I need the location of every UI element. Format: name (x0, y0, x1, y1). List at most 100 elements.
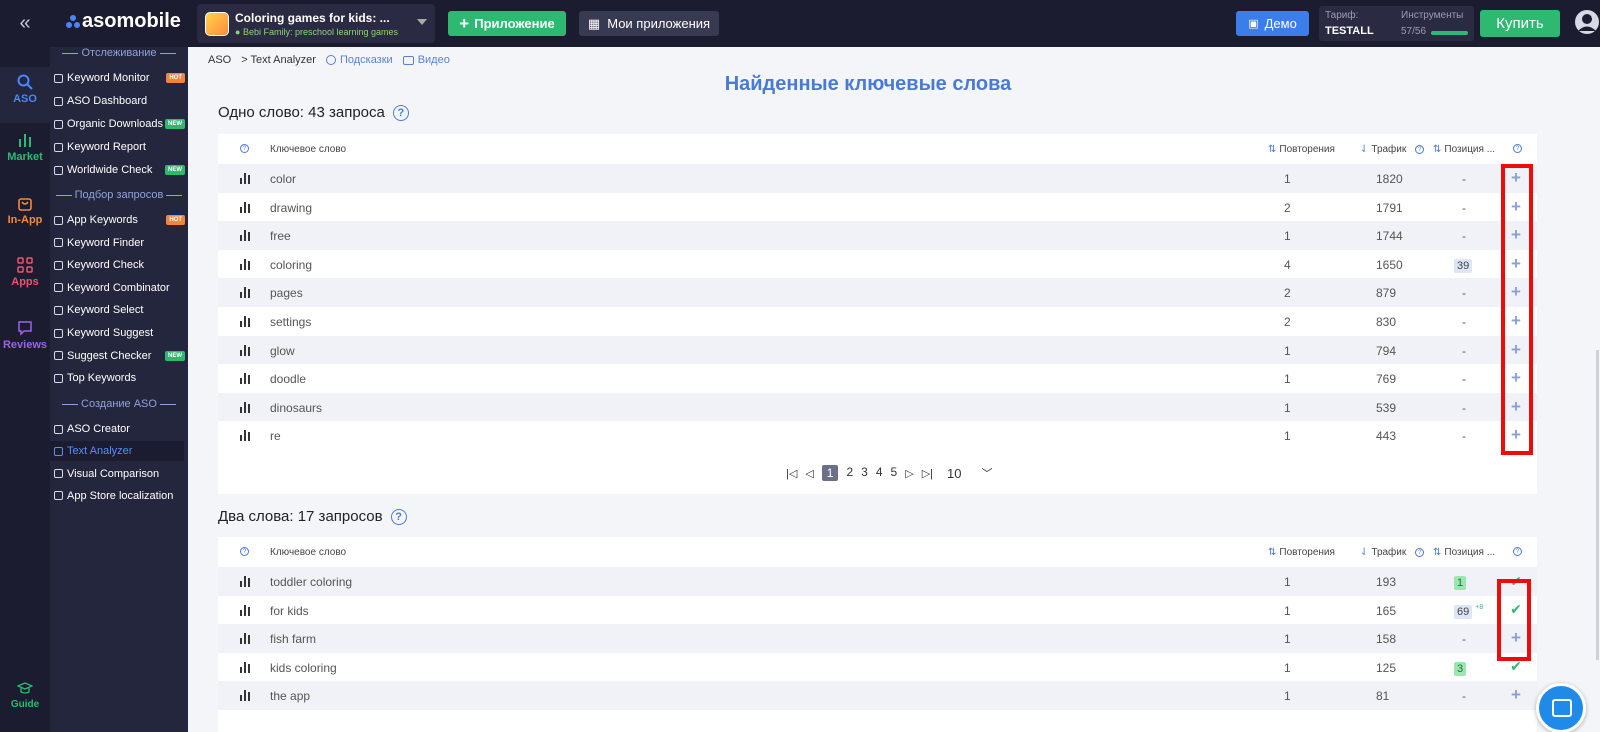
tool-icon (54, 142, 63, 152)
support-chat-button[interactable] (1536, 683, 1586, 732)
page-1-button[interactable]: 1 (821, 465, 839, 481)
sidebar-item-app-keywords[interactable]: App Keywords HOT (54, 210, 188, 230)
rail-aso[interactable]: ASO (0, 67, 50, 123)
rail-guide[interactable]: Guide (0, 677, 50, 710)
rail-reviews[interactable]: Reviews (0, 317, 50, 351)
tools-value: 57/56 (1401, 26, 1427, 37)
help-circle-icon[interactable]: ? (1513, 547, 1522, 556)
sidebar-item-label: Keyword Monitor (67, 72, 150, 84)
col-traffic[interactable]: ⇃ Трафик? (1360, 547, 1425, 558)
rail-market[interactable]: Market (0, 129, 50, 163)
help-circle-icon[interactable]: ? (390, 508, 407, 525)
page-5-button[interactable]: 5 (891, 465, 898, 481)
stats-chart-icon[interactable] (240, 401, 252, 413)
user-avatar-icon[interactable] (1574, 9, 1600, 37)
stats-chart-icon[interactable] (240, 633, 252, 645)
repeats-cell: 1 (1284, 632, 1291, 647)
table-header: ? Ключевое слово ⇅ Повторения ⇃ Трафик? ⇅ П… (218, 537, 1537, 567)
app-selector[interactable]: Coloring games for kids: ... ● Bebi Fami… (197, 4, 435, 43)
added-check-button[interactable]: ✔ (1508, 658, 1524, 675)
sidebar-item-keyword-select[interactable]: Keyword Select (54, 300, 188, 320)
add-app-button[interactable]: + Приложение (448, 11, 566, 36)
video-link[interactable]: Видео (402, 54, 450, 66)
collapse-sidebar-icon[interactable]: « (0, 0, 50, 47)
position-value: - (1462, 343, 1466, 358)
stats-chart-icon[interactable] (240, 576, 252, 587)
stats-chart-icon[interactable] (240, 661, 252, 673)
page-2-button[interactable]: 2 (846, 465, 853, 481)
position-cell: - (1462, 315, 1466, 329)
chevron-down-icon[interactable]: ﹀ (982, 465, 993, 481)
chat-bubble-icon (18, 321, 32, 336)
help-circle-icon[interactable]: ? (392, 104, 409, 121)
rail-apps[interactable]: Apps (0, 254, 50, 288)
stats-chart-icon[interactable] (240, 373, 252, 385)
logo[interactable]: asomobile (66, 10, 181, 33)
sidebar-item-organic-downloads[interactable]: Organic Downloads NEW (54, 114, 188, 134)
sidebar-item-label: Suggest Checker (67, 349, 152, 362)
stats-chart-icon[interactable] (240, 430, 252, 442)
sidebar-item-keyword-combinator[interactable]: Keyword Combinator (54, 278, 188, 298)
sidebar-item-label: Keyword Select (67, 304, 144, 317)
col-traffic[interactable]: ⇃ Трафик? (1360, 144, 1425, 155)
stats-chart-icon[interactable] (240, 201, 252, 213)
position-cell: 1 (1454, 575, 1467, 590)
sidebar-item-keyword-suggest[interactable]: Keyword Suggest (54, 323, 188, 343)
stats-chart-icon[interactable] (240, 230, 252, 242)
help-circle-icon[interactable]: ? (1513, 144, 1522, 153)
breadcrumb-root[interactable]: ASO (208, 54, 231, 66)
help-circle-icon[interactable]: ? (240, 144, 249, 153)
sidebar-item-aso-creator[interactable]: ASO Creator (54, 419, 188, 439)
page-4-button[interactable]: 4 (876, 465, 883, 481)
stats-chart-icon[interactable] (240, 604, 252, 616)
buy-button[interactable]: Купить (1480, 10, 1560, 37)
sidebar-item-label: Keyword Report (67, 141, 146, 153)
position-value: - (1462, 200, 1466, 215)
position-value: - (1462, 229, 1466, 244)
col-repeats[interactable]: ⇅ Повторения (1268, 547, 1335, 558)
sidebar-item-suggest-checker[interactable]: Suggest Checker NEW (54, 346, 188, 366)
prev-page-icon[interactable]: ◁ (805, 467, 813, 480)
demo-button[interactable]: ▣ Демо (1236, 11, 1309, 36)
position-value: - (1462, 429, 1466, 444)
stats-chart-icon[interactable] (240, 690, 252, 702)
col-position[interactable]: ⇅ Позиция ... (1433, 144, 1495, 155)
sidebar-item-keyword-check[interactable]: Keyword Check (54, 255, 188, 275)
two-words-table: ? Ключевое слово ⇅ Повторения ⇃ Трафик? ⇅ П… (218, 537, 1537, 732)
sidebar-item-text-analyzer[interactable]: Text Analyzer (50, 441, 184, 462)
sidebar-item-label: Text Analyzer (67, 445, 133, 458)
col-position[interactable]: ⇅ Позиция ... (1433, 547, 1495, 558)
keyword-cell: toddler coloring (270, 575, 353, 589)
col-repeats[interactable]: ⇅ Повторения (1268, 144, 1335, 155)
position-cell: - (1462, 632, 1466, 646)
chevron-down-icon[interactable] (417, 19, 427, 25)
stats-chart-icon[interactable] (240, 316, 252, 327)
sidebar-item-label: Keyword Suggest (67, 327, 154, 339)
help-circle-icon[interactable]: ? (240, 547, 249, 556)
page-3-button[interactable]: 3 (861, 465, 868, 481)
keyword-cell: for kids (270, 603, 309, 618)
sidebar-item-visual-comparison[interactable]: Visual Comparison (54, 464, 188, 484)
tools-progress (1431, 31, 1468, 35)
rail-inapp[interactable]: In-App (0, 192, 50, 226)
sidebar-item-aso-dashboard[interactable]: ASO Dashboard (54, 91, 188, 111)
my-apps-button[interactable]: ▦ Мои приложения (579, 11, 719, 36)
first-page-icon[interactable]: |◁ (786, 467, 797, 480)
stats-chart-icon[interactable] (240, 344, 252, 356)
stats-chart-icon[interactable] (240, 173, 252, 184)
next-page-icon[interactable]: ▷ (905, 467, 913, 480)
add-keyword-button[interactable]: + (1508, 686, 1524, 703)
sidebar-item-app-store-localization[interactable]: App Store localization (54, 486, 188, 506)
per-page-select[interactable]: 10 (947, 466, 961, 481)
last-page-icon[interactable]: ▷| (922, 467, 933, 480)
hints-link[interactable]: Подсказки (325, 54, 393, 66)
stats-chart-icon[interactable] (240, 258, 252, 270)
sidebar-item-keyword-finder[interactable]: Keyword Finder (54, 233, 188, 253)
sidebar-item-top-keywords[interactable]: Top Keywords (54, 368, 188, 388)
stats-chart-icon[interactable] (240, 287, 252, 299)
sidebar-item-worldwide-check[interactable]: Worldwide Check NEW (54, 160, 188, 180)
scrollbar[interactable] (1596, 350, 1599, 660)
sidebar-item-keyword-monitor[interactable]: Keyword Monitor HOT (54, 68, 188, 88)
sidebar-item-keyword-report[interactable]: Keyword Report (54, 137, 188, 157)
repeats-cell: 1 (1284, 689, 1291, 704)
